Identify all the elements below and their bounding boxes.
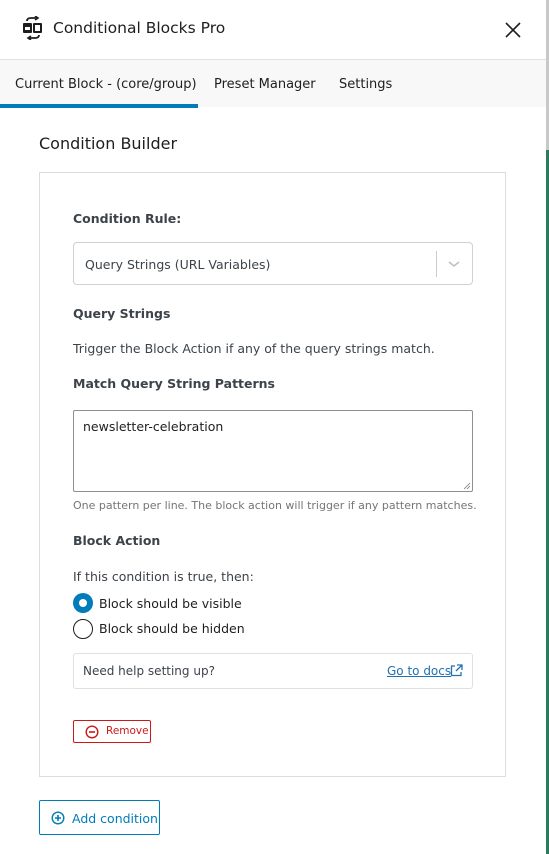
patterns-textarea[interactable]: newsletter-celebration [73,410,473,492]
patterns-help-text: One pattern per line. The block action w… [73,499,477,512]
plus-circle-icon [51,811,65,825]
tab-current-block[interactable]: Current Block - (core/group) [15,77,197,92]
external-link-icon[interactable] [450,664,463,677]
tab-bar: Current Block - (core/group) Preset Mana… [0,60,546,108]
radio-hidden-label[interactable]: Block should be hidden [99,621,245,636]
chevron-down-icon[interactable] [446,256,462,272]
block-action-intro: If this condition is true, then: [73,569,254,584]
condition-card: Condition Rule: Query Strings (URL Varia… [39,172,506,777]
condition-rule-select[interactable]: Query Strings (URL Variables) [73,242,473,285]
help-question: Need help setting up? [83,664,215,678]
minus-circle-icon [85,725,99,739]
radio-visible[interactable] [73,593,93,613]
close-icon[interactable] [502,19,524,41]
active-tab-indicator [0,104,198,108]
panel-header: Conditional Blocks Pro [0,0,546,60]
tab-preset-manager[interactable]: Preset Manager [214,77,316,92]
go-to-docs-link[interactable]: Go to docs [387,664,451,678]
add-condition-label: Add condition [72,811,158,826]
condition-builder-title: Condition Builder [39,134,178,153]
query-strings-description: Trigger the Block Action if any of the q… [73,341,435,356]
remove-condition-button[interactable]: Remove [73,720,151,743]
condition-rule-label: Condition Rule: [73,211,182,226]
conditional-blocks-logo-icon [23,16,42,40]
radio-visible-label[interactable]: Block should be visible [99,596,242,611]
resize-handle-icon[interactable] [463,482,471,490]
patterns-value: newsletter-celebration [83,419,224,434]
remove-label: Remove [106,725,149,737]
query-strings-heading: Query Strings [73,306,171,321]
block-action-heading: Block Action [73,533,161,548]
panel-title: Conditional Blocks Pro [53,19,226,37]
help-box: Need help setting up? Go to docs [73,653,473,689]
tab-settings[interactable]: Settings [339,77,392,92]
select-separator [436,251,437,277]
radio-hidden[interactable] [73,619,93,639]
condition-rule-value: Query Strings (URL Variables) [85,257,271,272]
add-condition-button[interactable]: Add condition [39,800,160,835]
patterns-label: Match Query String Patterns [73,376,275,391]
